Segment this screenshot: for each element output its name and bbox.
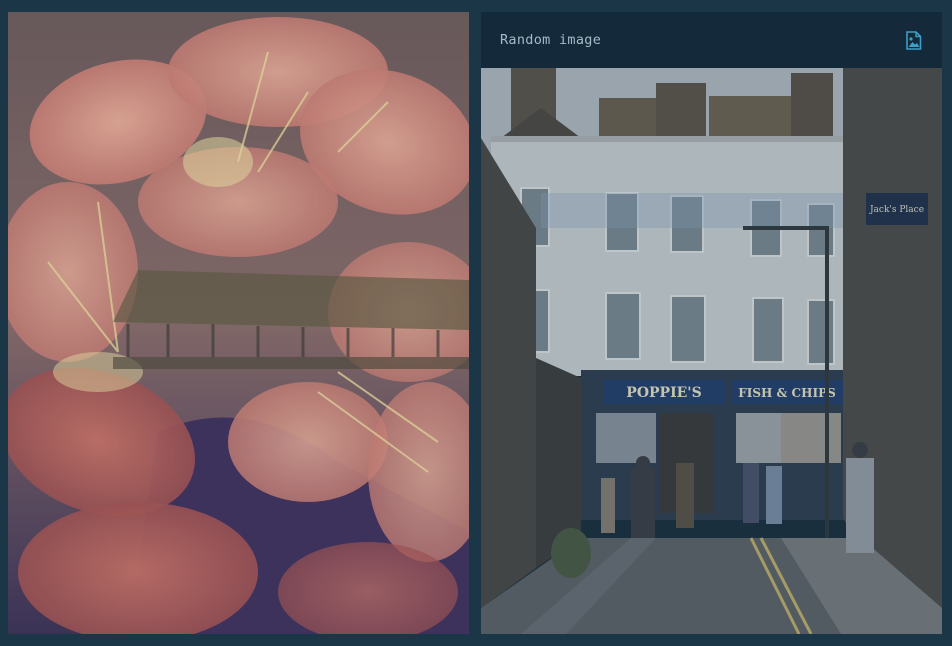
image-icon[interactable]: [904, 30, 922, 50]
card-header: Random image: [481, 12, 942, 68]
random-image-card: Random image POPPIE'S FISH & CHIPS Jack'…: [481, 12, 942, 634]
card-title: Random image: [500, 32, 602, 48]
flower-photo: [8, 12, 469, 634]
street-photo: POPPIE'S FISH & CHIPS Jack's Place: [481, 68, 942, 634]
blended-flower-image: [8, 12, 469, 634]
street-scene: POPPIE'S FISH & CHIPS Jack's Place: [481, 68, 942, 634]
image-board: Random image POPPIE'S FISH & CHIPS Jack'…: [0, 0, 952, 646]
